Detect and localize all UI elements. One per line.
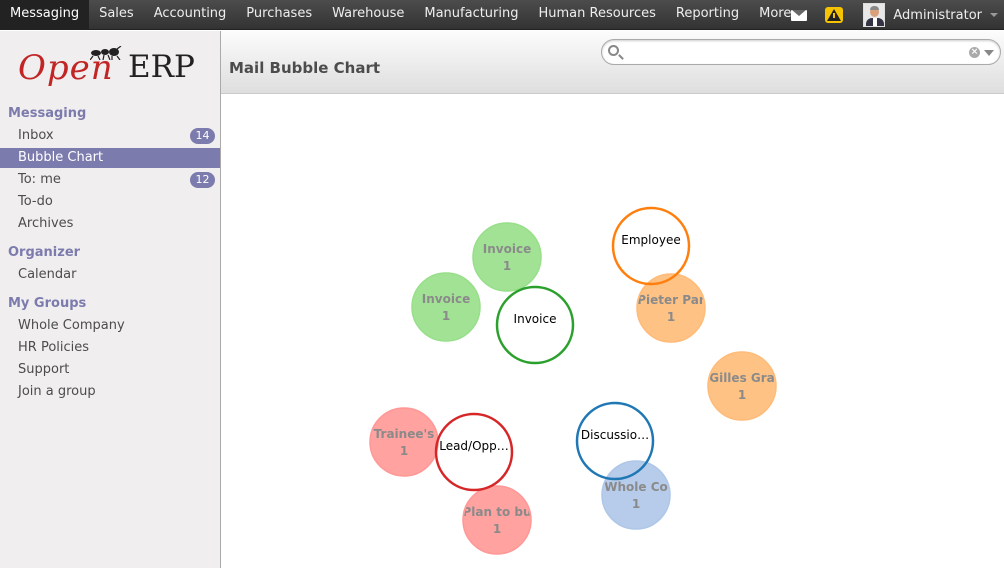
child-bubble[interactable]: Invoice 1 [472, 222, 542, 292]
sidebar-item-calendar[interactable]: Calendar [0, 265, 220, 285]
sidebar-item-label: HR Policies [18, 340, 90, 355]
avatar[interactable] [863, 3, 886, 27]
search-icon[interactable] [608, 45, 619, 56]
ant-logo-icon [90, 46, 122, 60]
child-bubble-label: Pieter Par [637, 293, 705, 307]
child-bubble[interactable]: Invoice 1 [411, 272, 481, 342]
chevron-down-icon[interactable] [990, 13, 998, 17]
menu-purchases[interactable]: Purchases [236, 0, 322, 30]
group-bubble[interactable]: Lead/Opp… [434, 412, 514, 492]
child-bubble-label: Plan to bu [462, 505, 531, 519]
sidebar-item-archives[interactable]: Archives [0, 214, 220, 234]
group-bubble[interactable]: Discussio… [575, 401, 655, 481]
child-bubble-count: 1 [738, 388, 746, 402]
child-bubble-count: 1 [400, 444, 408, 458]
child-bubble[interactable]: Trainee's 1 [369, 407, 439, 477]
section-my-groups: My Groups [8, 296, 87, 311]
menu-reporting[interactable]: Reporting [666, 0, 749, 30]
sidebar-item-support[interactable]: Support [0, 360, 220, 380]
child-bubble-label: Whole Co [604, 480, 668, 494]
sidebar-item-label: Whole Company [18, 318, 125, 333]
inbox-count-badge: 14 [190, 128, 215, 144]
to-me-count-badge: 12 [190, 172, 215, 188]
sidebar-item-label: Bubble Chart [18, 150, 104, 165]
child-bubble-count: 1 [667, 310, 675, 324]
group-bubble-label: Discussio… [581, 428, 649, 442]
child-bubble-count: 1 [632, 497, 640, 511]
menu-more-label: More [759, 6, 792, 21]
main-menu: Messaging Sales Accounting Purchases War… [0, 0, 815, 30]
section-messaging: Messaging [8, 106, 87, 121]
child-bubble-label: Gilles Gra [709, 371, 775, 385]
child-bubble-count: 1 [493, 522, 501, 536]
menu-sales[interactable]: Sales [89, 0, 144, 30]
child-bubble-circle[interactable] [707, 351, 777, 421]
menu-accounting[interactable]: Accounting [144, 0, 237, 30]
bubble-chart: Invoice 1 Invoice 1 Pieter Par 1 Gilles Gra 1 Tr… [221, 95, 1004, 568]
sidebar-item-to-do[interactable]: To-do [0, 192, 220, 212]
child-bubble[interactable]: Gilles Gra 1 [707, 351, 777, 421]
group-bubble[interactable]: Employee [611, 206, 691, 286]
sidebar-item-label: Support [18, 362, 70, 377]
sidebar-item-label: Archives [18, 216, 74, 231]
sidebar-item-label: Inbox [18, 128, 54, 143]
bubble-chart-svg: Invoice1Invoice1Pieter Par1Gilles Gra1Tr… [369, 206, 777, 555]
child-bubble-label: Invoice [483, 242, 531, 256]
sidebar-item-whole-company[interactable]: Whole Company [0, 316, 220, 336]
sidebar-item-label: Calendar [18, 267, 77, 282]
sidebar-item-hr-policies[interactable]: HR Policies [0, 338, 220, 358]
page-title: Mail Bubble Chart [229, 59, 381, 77]
child-bubble-label: Trainee's [374, 427, 435, 441]
sidebar-item-label: To: me [18, 172, 61, 187]
child-bubble-circle[interactable] [462, 485, 532, 555]
sidebar-item-join-group[interactable]: Join a group [0, 382, 220, 402]
group-bubble-label: Employee [621, 233, 680, 247]
section-organizer: Organizer [8, 245, 81, 260]
menu-manufacturing[interactable]: Manufacturing [414, 0, 528, 30]
clear-icon[interactable]: × [969, 47, 980, 58]
group-bubble-label: Invoice [514, 312, 557, 326]
child-bubble-circle[interactable] [472, 222, 542, 292]
view-header: Mail Bubble Chart × [221, 31, 1004, 94]
child-bubble-count: 1 [442, 309, 450, 323]
menu-warehouse[interactable]: Warehouse [322, 0, 414, 30]
warning-icon[interactable] [825, 7, 844, 23]
child-bubble[interactable]: Plan to bu 1 [462, 485, 532, 555]
top-menu-bar: Messaging Sales Accounting Purchases War… [0, 0, 1004, 30]
menu-human-resources[interactable]: Human Resources [529, 0, 666, 30]
mail-icon[interactable] [791, 9, 808, 21]
sidebar-item-inbox[interactable]: Inbox 14 [0, 126, 220, 146]
logo-erp-text: ERP [128, 49, 195, 85]
sidebar-item-label: To-do [18, 194, 53, 209]
sidebar-item-to-me[interactable]: To: me 12 [0, 170, 220, 190]
group-bubble-label: Lead/Opp… [439, 439, 509, 453]
child-bubble-label: Invoice [422, 292, 470, 306]
child-bubble-circle[interactable] [369, 407, 439, 477]
sidebar-item-label: Join a group [18, 384, 96, 399]
sidebar: Open ERP Messaging Inbox 14 Bubble Chart … [0, 31, 221, 568]
user-menu[interactable]: Administrator [893, 8, 982, 23]
child-bubble-count: 1 [503, 259, 511, 273]
child-bubble-circle[interactable] [411, 272, 481, 342]
search-box[interactable]: × [601, 39, 1001, 65]
chevron-down-icon[interactable] [984, 50, 994, 56]
sidebar-item-bubble-chart[interactable]: Bubble Chart [0, 148, 220, 168]
group-bubble[interactable]: Invoice [495, 285, 575, 365]
search-input[interactable] [624, 43, 964, 61]
menu-messaging[interactable]: Messaging [0, 0, 90, 30]
openerp-logo[interactable]: Open ERP [18, 46, 208, 98]
